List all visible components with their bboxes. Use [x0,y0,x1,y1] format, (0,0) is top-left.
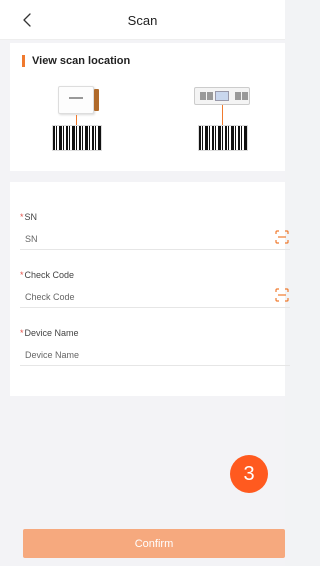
sn-field: * SN [20,192,290,250]
leader-line [222,105,223,125]
section-accent-bar [22,55,25,67]
section-header: View scan location [22,54,130,68]
section-title: View scan location [32,55,131,67]
nav-header: Scan [0,0,285,40]
required-mark: * [20,328,24,338]
device-name-label: * Device Name [20,328,79,338]
sn-input[interactable] [25,233,245,245]
leader-line [76,115,77,125]
confirm-button[interactable]: Confirm [23,529,285,558]
scan-location-card: View scan location [10,43,285,171]
inverter-illustration [48,81,106,161]
device-form: * SN * Check Code [10,182,290,396]
sn-scan-button[interactable] [275,230,289,244]
required-mark: * [20,270,24,280]
meter-illustration [188,81,258,161]
meter-icon [194,87,250,105]
check-code-field: * Check Code [20,250,290,308]
barcode-icon [198,125,248,151]
check-code-input[interactable] [25,291,245,303]
scan-frame-icon [275,288,289,302]
scan-frame-icon [275,230,289,244]
page-title: Scan [127,13,158,28]
scan-screen: Scan View scan location * SN SN * Check … [0,0,290,566]
inverter-icon [58,86,99,114]
device-name-input[interactable] [25,349,245,361]
check-code-scan-button[interactable] [275,288,289,302]
device-name-field: * Device Name [20,308,290,366]
check-code-label: * Check Code [20,270,75,280]
step-badge: 3 [230,455,268,493]
barcode-icon [52,125,102,151]
required-mark: * [20,212,24,222]
sn-label: * SN [20,212,38,222]
